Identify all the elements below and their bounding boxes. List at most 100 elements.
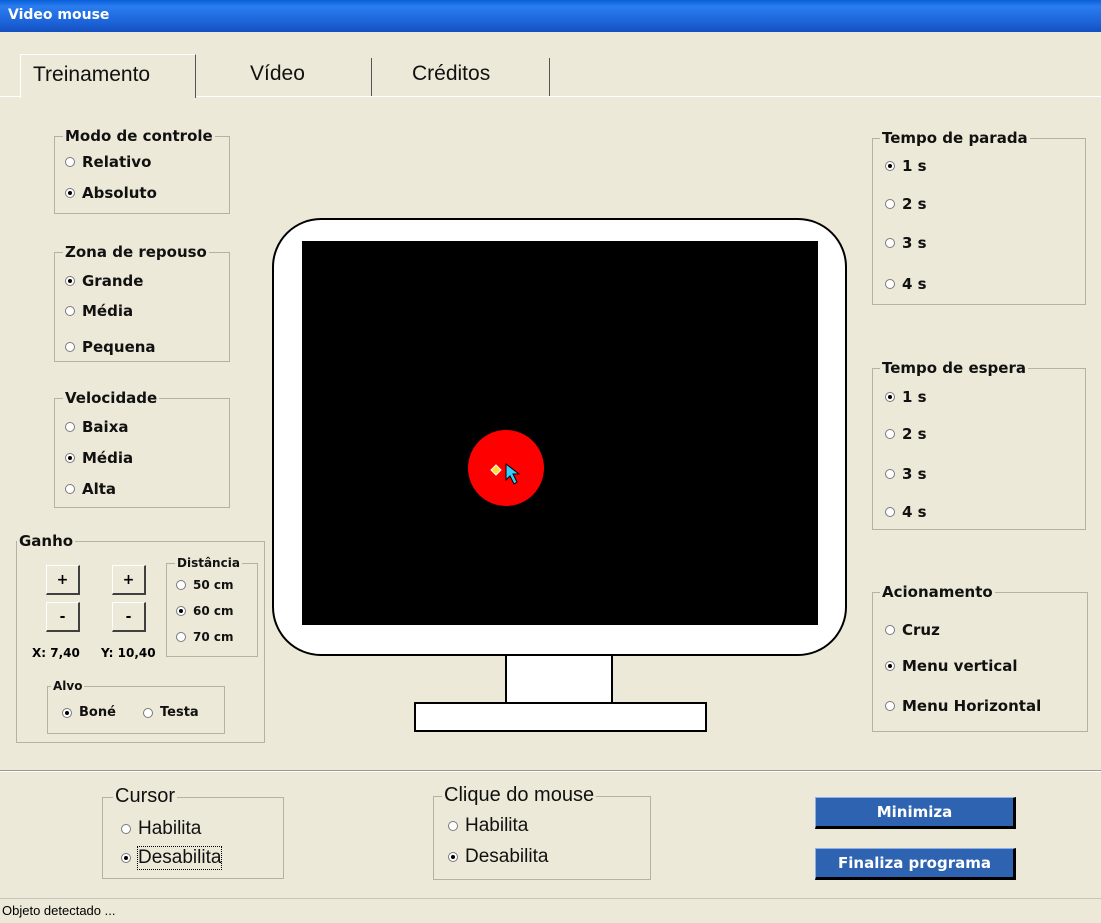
radio-button[interactable] xyxy=(448,821,458,831)
tab-panel-border xyxy=(0,96,20,97)
monitor-base xyxy=(414,702,707,732)
tab-bar: Treinamento Vídeo Créditos xyxy=(0,54,1101,98)
group-tempo-espera: Tempo de espera 1 s 2 s 3 s 4 s xyxy=(872,359,1086,530)
radio-label: 4 s xyxy=(902,275,927,293)
radio-button[interactable] xyxy=(176,580,186,590)
radio-cursor-desabilita[interactable]: Desabilita xyxy=(121,846,223,870)
radio-label: Habilita xyxy=(138,818,202,839)
radio-button[interactable] xyxy=(176,632,186,642)
radio-button[interactable] xyxy=(885,661,895,671)
radio-label: Baixa xyxy=(82,418,129,436)
radio-bone[interactable]: Boné xyxy=(62,705,116,720)
radio-button[interactable] xyxy=(65,276,75,286)
radio-label: Menu Horizontal xyxy=(902,697,1042,715)
radio-alta[interactable]: Alta xyxy=(65,480,116,498)
radio-button[interactable] xyxy=(121,824,131,834)
group-title: Zona de repouso xyxy=(63,243,209,261)
radio-button[interactable] xyxy=(121,853,131,863)
radio-media[interactable]: Média xyxy=(65,302,133,320)
radio-button[interactable] xyxy=(885,701,895,711)
radio-parada-1s[interactable]: 1 s xyxy=(885,157,927,175)
radio-menu-horizontal[interactable]: Menu Horizontal xyxy=(885,697,1041,715)
group-title: Tempo de parada xyxy=(880,129,1030,147)
bottom-separator xyxy=(0,771,1101,772)
monitor-neck xyxy=(505,654,613,704)
tab-label: Créditos xyxy=(412,62,491,85)
radio-button[interactable] xyxy=(65,422,75,432)
radio-label: Desabilita xyxy=(136,846,223,870)
radio-button[interactable] xyxy=(885,507,895,517)
group-title: Clique do mouse xyxy=(442,784,597,807)
radio-button[interactable] xyxy=(885,392,895,402)
radio-espera-2s[interactable]: 2 s xyxy=(885,425,927,443)
radio-button[interactable] xyxy=(65,306,75,316)
radio-button[interactable] xyxy=(65,484,75,494)
radio-cursor-habilita[interactable]: Habilita xyxy=(121,818,201,840)
radio-label: Absoluto xyxy=(82,184,157,202)
radio-absoluto[interactable]: Absoluto xyxy=(65,184,157,202)
radio-button[interactable] xyxy=(448,852,458,862)
radio-button[interactable] xyxy=(885,279,895,289)
tab-treinamento[interactable]: Treinamento xyxy=(20,54,196,98)
radio-button[interactable] xyxy=(62,707,72,718)
radio-button[interactable] xyxy=(885,469,895,479)
radio-espera-3s[interactable]: 3 s xyxy=(885,465,927,483)
radio-media[interactable]: Média xyxy=(65,449,133,467)
radio-button[interactable] xyxy=(143,707,153,718)
radio-cruz[interactable]: Cruz xyxy=(885,621,940,639)
group-modo-controle: Modo de controle Relativo Absoluto xyxy=(54,127,230,214)
radio-60cm[interactable]: 60 cm xyxy=(176,604,234,618)
radio-label: 2 s xyxy=(902,195,927,213)
radio-50cm[interactable]: 50 cm xyxy=(176,578,234,592)
radio-pequena[interactable]: Pequena xyxy=(65,338,156,356)
radio-button[interactable] xyxy=(176,606,186,616)
radio-label: 2 s xyxy=(902,425,927,443)
radio-button[interactable] xyxy=(885,199,895,209)
radio-label: Relativo xyxy=(82,153,152,171)
gain-x-increase-button[interactable]: + xyxy=(46,565,80,595)
tab-creditos[interactable]: Créditos xyxy=(412,54,490,94)
radio-clique-desabilita[interactable]: Desabilita xyxy=(448,846,548,868)
radio-grande[interactable]: Grande xyxy=(65,272,143,290)
radio-espera-1s[interactable]: 1 s xyxy=(885,388,927,406)
radio-label: Média xyxy=(82,449,134,467)
radio-label: Pequena xyxy=(82,338,156,356)
window-titlebar: Video mouse xyxy=(0,0,1101,32)
radio-button[interactable] xyxy=(885,161,895,171)
radio-baixa[interactable]: Baixa xyxy=(65,418,129,436)
radio-relativo[interactable]: Relativo xyxy=(65,153,151,171)
gain-y-increase-button[interactable]: + xyxy=(112,565,146,595)
radio-espera-4s[interactable]: 4 s xyxy=(885,503,927,521)
radio-testa[interactable]: Testa xyxy=(143,705,199,720)
radio-button[interactable] xyxy=(885,238,895,248)
radio-parada-4s[interactable]: 4 s xyxy=(885,275,927,293)
group-tempo-parada: Tempo de parada 1 s 2 s 3 s 4 s xyxy=(872,129,1086,305)
radio-parada-2s[interactable]: 2 s xyxy=(885,195,927,213)
gain-x-decrease-button[interactable]: - xyxy=(46,602,80,632)
tab-video[interactable]: Vídeo xyxy=(250,54,305,94)
monitor-screen xyxy=(302,241,818,625)
radio-label: 3 s xyxy=(902,465,927,483)
radio-parada-3s[interactable]: 3 s xyxy=(885,234,927,252)
radio-clique-habilita[interactable]: Habilita xyxy=(448,815,528,837)
radio-label: Média xyxy=(82,302,134,320)
radio-button[interactable] xyxy=(65,157,75,167)
group-zona-repouso: Zona de repouso Grande Média Pequena xyxy=(54,243,230,362)
status-text: Objeto detectado ... xyxy=(2,903,116,918)
tab-separator xyxy=(371,58,372,96)
radio-label: Menu vertical xyxy=(902,657,1018,675)
radio-button[interactable] xyxy=(65,453,75,463)
radio-label: 60 cm xyxy=(193,604,234,618)
radio-70cm[interactable]: 70 cm xyxy=(176,630,234,644)
radio-button[interactable] xyxy=(885,429,895,439)
radio-button[interactable] xyxy=(65,342,75,352)
minimiza-button[interactable]: Minimiza xyxy=(815,797,1016,829)
group-title: Modo de controle xyxy=(63,127,215,145)
tab-label: Treinamento xyxy=(33,63,151,86)
radio-button[interactable] xyxy=(885,625,895,635)
finaliza-programa-button[interactable]: Finaliza programa xyxy=(815,848,1016,880)
radio-label: 4 s xyxy=(902,503,927,521)
radio-menu-vertical[interactable]: Menu vertical xyxy=(885,657,1018,675)
gain-y-decrease-button[interactable]: - xyxy=(112,602,146,632)
radio-button[interactable] xyxy=(65,188,75,198)
